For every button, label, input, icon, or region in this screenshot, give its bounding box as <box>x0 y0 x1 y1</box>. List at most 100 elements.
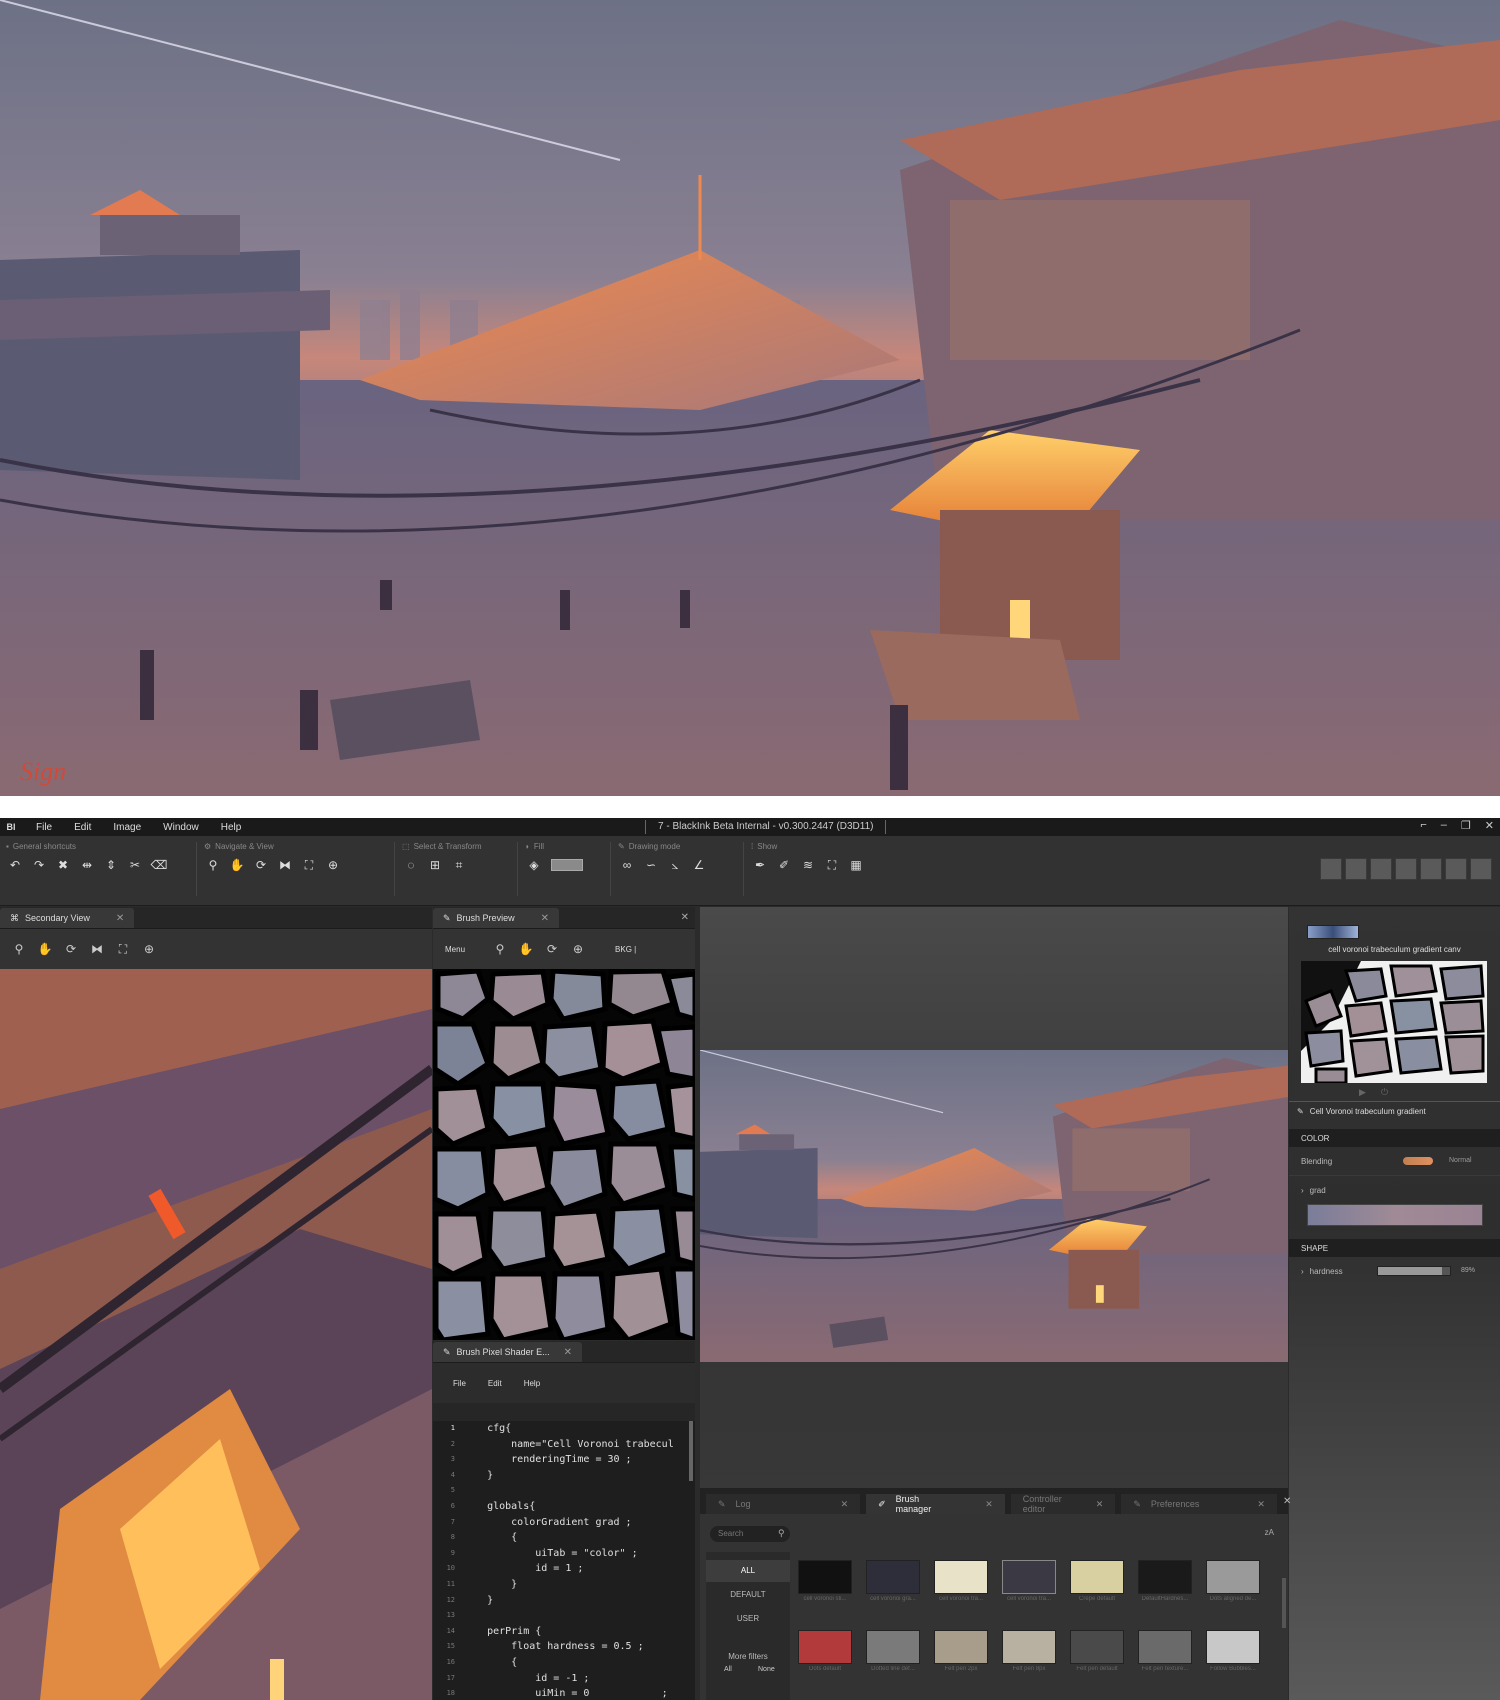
code-line[interactable]: 7 colorGradient grad ; <box>433 1515 695 1531</box>
scissors-icon[interactable]: ✂ <box>128 858 142 872</box>
code-line[interactable]: 18 uiMin = 0 ; <box>433 1686 695 1700</box>
tab-log[interactable]: ✎ Log ✕ <box>706 1494 861 1514</box>
brush-preset-thumb[interactable] <box>1345 858 1367 880</box>
eraser-icon[interactable]: ⌫ <box>151 858 168 872</box>
brush-thumb[interactable]: Dotted line def... <box>866 1630 920 1676</box>
brush-preset-thumb[interactable] <box>1470 858 1492 880</box>
close-icon[interactable]: ✕ <box>1096 1499 1104 1510</box>
brush-thumb[interactable]: Dots default <box>798 1630 852 1676</box>
brush-thumb[interactable]: Felt pen 8px <box>1002 1630 1056 1676</box>
code-line[interactable]: 16 { <box>433 1655 695 1671</box>
zoom-icon[interactable]: ⚲ <box>206 858 220 872</box>
code-line[interactable]: 2 name="Cell Voronoi trabecul <box>433 1437 695 1453</box>
rotate-view-icon[interactable]: ⟳ <box>545 942 559 956</box>
close-icon[interactable]: ✕ <box>116 913 124 924</box>
reset-icon[interactable]: ⏻ <box>1381 1087 1388 1098</box>
transform-icon[interactable]: ⊞ <box>428 858 442 872</box>
sort-icon[interactable]: zA <box>1265 1528 1274 1537</box>
rotate-view-icon[interactable]: ⟳ <box>64 942 78 956</box>
color-picker-icon[interactable]: ✒ <box>753 858 767 872</box>
shader-menu-edit[interactable]: Edit <box>488 1379 502 1388</box>
brush-preset-thumb[interactable] <box>1395 858 1417 880</box>
secondary-view-canvas[interactable] <box>0 969 432 1700</box>
brush-thumb[interactable]: cell voronoi sti... <box>798 1560 852 1606</box>
code-line[interactable]: 12 } <box>433 1593 695 1609</box>
zoom-icon[interactable]: ⚲ <box>12 942 26 956</box>
code-line[interactable]: 1 cfg{ <box>433 1421 695 1437</box>
brush-settings-icon[interactable]: ✐ <box>777 858 791 872</box>
code-line[interactable]: 15 float hardness = 0.5 ; <box>433 1639 695 1655</box>
flip-horizontal-icon[interactable]: ⇹ <box>80 858 94 872</box>
brush-thumb[interactable]: Felt pen default <box>1070 1630 1124 1676</box>
menu-window[interactable]: Window <box>163 822 199 833</box>
code-line[interactable]: 11 } <box>433 1577 695 1593</box>
zoom-icon[interactable]: ⚲ <box>493 942 507 956</box>
menu-edit[interactable]: Edit <box>74 822 91 833</box>
zoom-reset-icon[interactable]: ⊕ <box>571 942 585 956</box>
close-icon[interactable]: ✕ <box>1485 819 1494 832</box>
brush-preset-thumb[interactable] <box>1420 858 1442 880</box>
layers-icon[interactable]: ≋ <box>801 858 815 872</box>
hand-icon[interactable]: ✋ <box>519 942 534 956</box>
filter-user[interactable]: USER <box>706 1608 790 1630</box>
brush-thumb[interactable]: cell voronoi tra... <box>1002 1560 1056 1606</box>
code-line[interactable]: 4 } <box>433 1468 695 1484</box>
shape-section-header[interactable]: SHAPE <box>1289 1239 1500 1257</box>
tab-shader-editor[interactable]: ✎ Brush Pixel Shader E... ✕ <box>433 1342 582 1362</box>
shader-menu-file[interactable]: File <box>453 1379 466 1388</box>
code-line[interactable]: 6 globals{ <box>433 1499 695 1515</box>
zoom-reset-icon[interactable]: ⊕ <box>142 942 156 956</box>
select-all-button[interactable]: All <box>724 1666 732 1673</box>
grid-icon[interactable]: ▦ <box>849 858 863 872</box>
stroke-mode-alt-icon[interactable]: ∽ <box>644 858 658 872</box>
gradient-swatch[interactable] <box>1307 1204 1483 1226</box>
grad-row[interactable]: › grad <box>1289 1186 1500 1195</box>
close-icon[interactable]: ✕ <box>841 1499 849 1510</box>
search-icon[interactable]: ⚲ <box>778 1528 785 1539</box>
code-line[interactable]: 13 <box>433 1608 695 1624</box>
tab-controller-editor[interactable]: Controller editor ✕ <box>1010 1494 1116 1514</box>
menu-image[interactable]: Image <box>113 822 141 833</box>
fill-layer-icon[interactable]: ◈ <box>527 858 541 872</box>
filter-default[interactable]: DEFAULT <box>706 1584 790 1606</box>
tab-preferences[interactable]: ✎ Preferences ✕ <box>1121 1494 1277 1514</box>
brush-preset-thumb[interactable] <box>1445 858 1467 880</box>
clear-icon[interactable]: ✖ <box>56 858 70 872</box>
brush-thumb[interactable]: cell voronoi tra... <box>934 1560 988 1606</box>
brush-thumb[interactable]: DefaultHardnes... <box>1138 1560 1192 1606</box>
code-line[interactable]: 5 <box>433 1483 695 1499</box>
hand-icon[interactable]: ✋ <box>230 858 245 872</box>
restore-icon[interactable]: ❐ <box>1461 819 1471 832</box>
filter-all[interactable]: ALL <box>706 1560 790 1582</box>
code-line[interactable]: 14 perPrim { <box>433 1624 695 1640</box>
hardness-slider[interactable] <box>1377 1266 1451 1276</box>
code-line[interactable]: 17 id = -1 ; <box>433 1671 695 1687</box>
brush-grid-scrollbar[interactable] <box>1282 1578 1286 1628</box>
code-line[interactable]: 8 { <box>433 1530 695 1546</box>
stroke-mode-icon[interactable]: ∞ <box>620 858 634 872</box>
pin-icon[interactable]: ⌐ <box>1420 819 1426 832</box>
menu-help[interactable]: Help <box>221 822 242 833</box>
redo-icon[interactable]: ↷ <box>32 858 46 872</box>
lasso-icon[interactable]: ◌ <box>404 858 418 872</box>
close-icon[interactable]: ✕ <box>541 913 549 924</box>
brush-preset-thumb[interactable] <box>1320 858 1342 880</box>
tab-brush-manager[interactable]: ✐ Brush manager ✕ <box>866 1494 1005 1514</box>
voronoi-preview-canvas[interactable] <box>433 969 695 1340</box>
brush-thumb[interactable]: Felt pen texture... <box>1138 1630 1192 1676</box>
close-icon[interactable]: ✕ <box>1257 1499 1265 1510</box>
brush-thumb[interactable]: Dots aligned de... <box>1206 1560 1260 1606</box>
angle-icon[interactable]: ∠ <box>692 858 706 872</box>
zoom-reset-icon[interactable]: ⊕ <box>326 858 340 872</box>
undo-icon[interactable]: ↶ <box>8 858 22 872</box>
close-icon[interactable]: ✕ <box>564 1347 572 1358</box>
fit-icon[interactable]: ⛶ <box>302 858 316 872</box>
brush-thumb[interactable]: Felt pen 2px <box>934 1630 988 1676</box>
brush-thumbnail[interactable] <box>1307 925 1359 939</box>
brush-thumb[interactable]: Follow Bubbles... <box>1206 1630 1260 1676</box>
shader-code-editor[interactable]: 1 cfg{2 name="Cell Voronoi trabecul 3 ren… <box>433 1421 695 1700</box>
fit-icon[interactable]: ⛶ <box>116 942 130 956</box>
ruler-icon[interactable]: ⦣ <box>668 858 682 872</box>
background-toggle[interactable]: BKG | <box>615 945 636 954</box>
flip-vertical-icon[interactable]: ⇕ <box>104 858 118 872</box>
